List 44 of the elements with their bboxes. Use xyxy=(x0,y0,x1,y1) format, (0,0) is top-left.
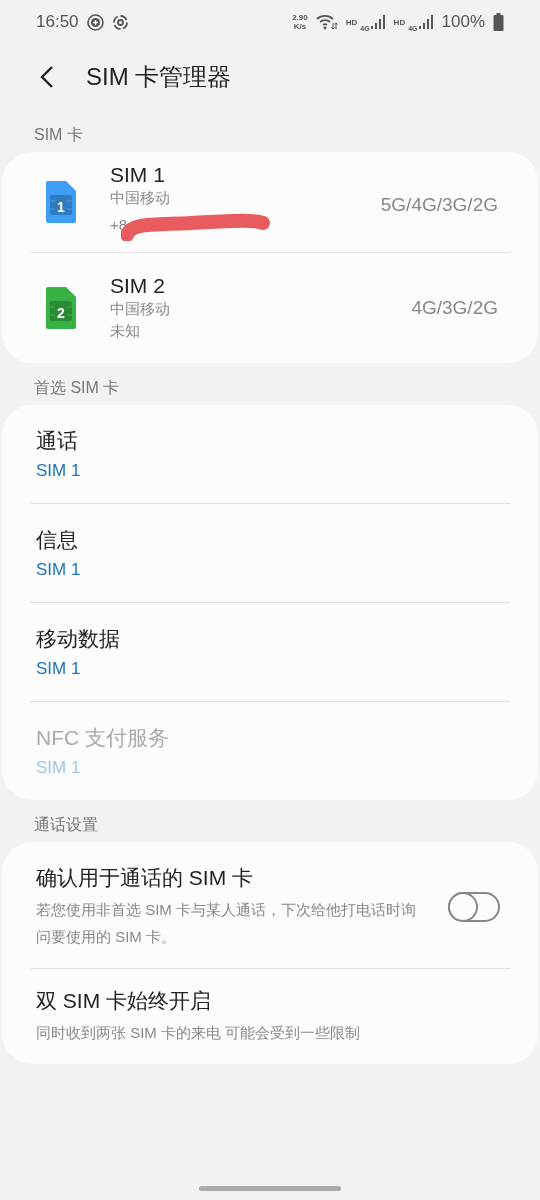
carrier-name: 中国移动 xyxy=(110,188,171,208)
battery-icon xyxy=(493,13,504,31)
sim-card-icon: 2 xyxy=(46,287,76,329)
section-header: 首选 SIM 卡 xyxy=(33,378,121,398)
setting-title: 双 SIM 卡始终开启 xyxy=(36,988,212,1014)
setting-title: NFC 支付服务 xyxy=(36,725,170,751)
spiral-icon xyxy=(111,13,129,31)
setting-title: 移动数据 xyxy=(36,626,121,652)
setting-value: SIM 1 xyxy=(36,758,82,778)
phone-number: 未知 xyxy=(110,321,140,341)
sim-row[interactable]: 2 SIM 2 中国移动 未知 4G/3G/2G xyxy=(30,253,510,363)
hd-label: HD xyxy=(393,17,406,27)
section-header: 通话设置 xyxy=(33,815,99,835)
setting-row[interactable]: 双 SIM 卡始终开启 同时收到两张 SIM 卡的来电 可能会受到一些限制 xyxy=(30,969,510,1064)
setting-row[interactable]: 信息 SIM 1 xyxy=(30,504,510,603)
hd-label: HD xyxy=(345,17,358,27)
network-modes: 5G/4G/3G/2G xyxy=(380,194,499,216)
network-speed: 2.90 K/s xyxy=(292,13,308,31)
carrier-name: 中国移动 xyxy=(110,299,171,319)
sim-name: SIM 1 xyxy=(110,163,166,187)
sim-card-icon: 1 xyxy=(46,181,76,223)
setting-title: 信息 xyxy=(36,527,79,553)
setting-value: SIM 1 xyxy=(36,560,82,580)
screen-title: SIM 卡管理器 xyxy=(86,62,232,92)
setting-value: SIM 1 xyxy=(36,659,82,679)
sim-name: SIM 2 xyxy=(110,274,166,298)
clock: 16:50 xyxy=(36,12,79,32)
plus-circle-icon xyxy=(86,13,104,31)
setting-description: 同时收到两张 SIM 卡的来电 可能会受到一些限制 xyxy=(36,1023,362,1043)
setting-title: 通话 xyxy=(36,428,79,454)
battery-percent: 100% xyxy=(441,12,485,32)
setting-value: SIM 1 xyxy=(36,461,82,481)
setting-row[interactable]: 通话 SIM 1 xyxy=(30,405,510,504)
network-modes: 4G/3G/2G xyxy=(411,297,499,319)
section-header: SIM 卡 xyxy=(33,125,84,145)
toggle-switch[interactable] xyxy=(448,892,500,922)
signal-icon xyxy=(416,14,434,30)
signal-icon xyxy=(368,14,386,30)
setting-row[interactable]: 确认用于通话的 SIM 卡 若您使用非首选 SIM 卡与某人通话，下次给他打电话时询问要使用的 SIM 卡。 xyxy=(30,842,510,969)
setting-row[interactable]: 移动数据 SIM 1 xyxy=(30,603,510,702)
setting-title: 确认用于通话的 SIM 卡 xyxy=(36,865,254,891)
wifi-icon xyxy=(315,14,338,30)
back-icon xyxy=(38,64,56,90)
setting-description: 若您使用非首选 SIM 卡与某人通话，下次给他打电话时询问要使用的 SIM 卡。 xyxy=(36,900,417,947)
